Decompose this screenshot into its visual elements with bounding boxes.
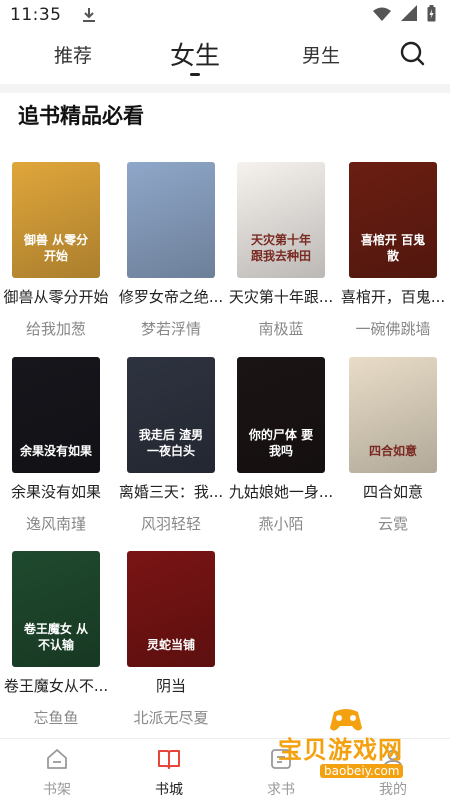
book-author: 风羽轻轻 (140, 515, 201, 533)
book-cover[interactable] (127, 162, 215, 278)
book-author: 给我加葱 (25, 320, 86, 338)
book-title: 喜棺开，百鬼... (340, 288, 446, 306)
book-cover[interactable]: 天灾第十年 跟我去种田 (237, 162, 325, 278)
status-bar: 11:35 (0, 0, 450, 30)
book-author: 北派无尽夏 (133, 709, 209, 727)
book-author: 南极蓝 (258, 320, 304, 338)
book-cover-text: 喜棺开 百鬼散 (360, 233, 426, 263)
battery-icon (427, 4, 436, 26)
book-cover[interactable]: 你的尸体 要我吗 (237, 357, 325, 473)
status-time: 11:35 (10, 5, 62, 25)
book-cover[interactable]: 御兽 从零分开始 (12, 162, 100, 278)
watermark-title: 宝贝游戏网 (278, 736, 403, 764)
book-title: 修罗女帝之绝... (118, 288, 224, 306)
book-author: 一碗佛跳墙 (355, 320, 431, 338)
download-icon (82, 7, 96, 23)
book-cover-text: 四合如意 (368, 444, 417, 458)
book-cover-text: 天灾第十年 跟我去种田 (250, 233, 311, 263)
book-author: 燕小陌 (258, 515, 304, 533)
book-title: 余果没有如果 (10, 483, 101, 501)
book-cover[interactable]: 喜棺开 百鬼散 (349, 162, 437, 278)
section-divider (0, 84, 450, 93)
book-cover-text: 灵蛇当铺 (146, 638, 195, 652)
book-cover-text: 余果没有如果 (19, 444, 92, 458)
nav-label-bookshelf: 书架 (43, 782, 71, 798)
book-author: 逸风南瑾 (25, 515, 86, 533)
wifi-icon (373, 6, 391, 25)
book-cover[interactable]: 我走后 渣男一夜白头 (127, 357, 215, 473)
book-title: 九姑娘她一身... (228, 483, 334, 501)
book-cover[interactable]: 灵蛇当铺 (127, 551, 215, 667)
nav-label-book-city: 书城 (155, 782, 183, 798)
book-title: 四合如意 (362, 483, 423, 501)
book-cover-text: 御兽 从零分开始 (23, 233, 89, 263)
book-cover-text: 我走后 渣男一夜白头 (138, 428, 204, 458)
search-icon[interactable] (398, 39, 428, 69)
watermark: 宝贝游戏网 baobeiy.com (278, 706, 438, 786)
book-title: 天灾第十年跟... (228, 288, 334, 306)
active-tab-indicator (190, 73, 200, 76)
book-author: 云霓 (377, 515, 408, 533)
nav-book-city[interactable]: 书城 (124, 739, 214, 800)
book-author: 梦若浮情 (140, 320, 201, 338)
book-cover[interactable]: 余果没有如果 (12, 357, 100, 473)
book-title: 御兽从零分开始 (3, 288, 109, 306)
book-title: 卷王魔女从不... (3, 677, 109, 695)
category-tabs: 推荐 女生 男生 (0, 32, 450, 84)
book-city-icon (157, 747, 181, 771)
tab-recommend[interactable]: 推荐 (38, 32, 108, 76)
book-title: 离婚三天：我... (118, 483, 224, 501)
book-title: 阴当 (155, 677, 186, 695)
book-cover[interactable]: 四合如意 (349, 357, 437, 473)
tab-female[interactable]: 女生 (160, 32, 230, 76)
nav-bookshelf[interactable]: 书架 (12, 739, 102, 800)
book-cover[interactable]: 卷王魔女 从不认输 (12, 551, 100, 667)
book-author: 忘鱼鱼 (33, 709, 79, 727)
section-title: 追书精品必看 (18, 104, 144, 128)
book-cover-text: 你的尸体 要我吗 (248, 428, 314, 458)
watermark-url: baobeiy.com (320, 764, 404, 778)
signal-icon (401, 5, 417, 25)
book-cover-text: 卷王魔女 从不认输 (23, 622, 89, 652)
tab-male[interactable]: 男生 (286, 32, 356, 76)
bookshelf-icon (45, 747, 69, 771)
